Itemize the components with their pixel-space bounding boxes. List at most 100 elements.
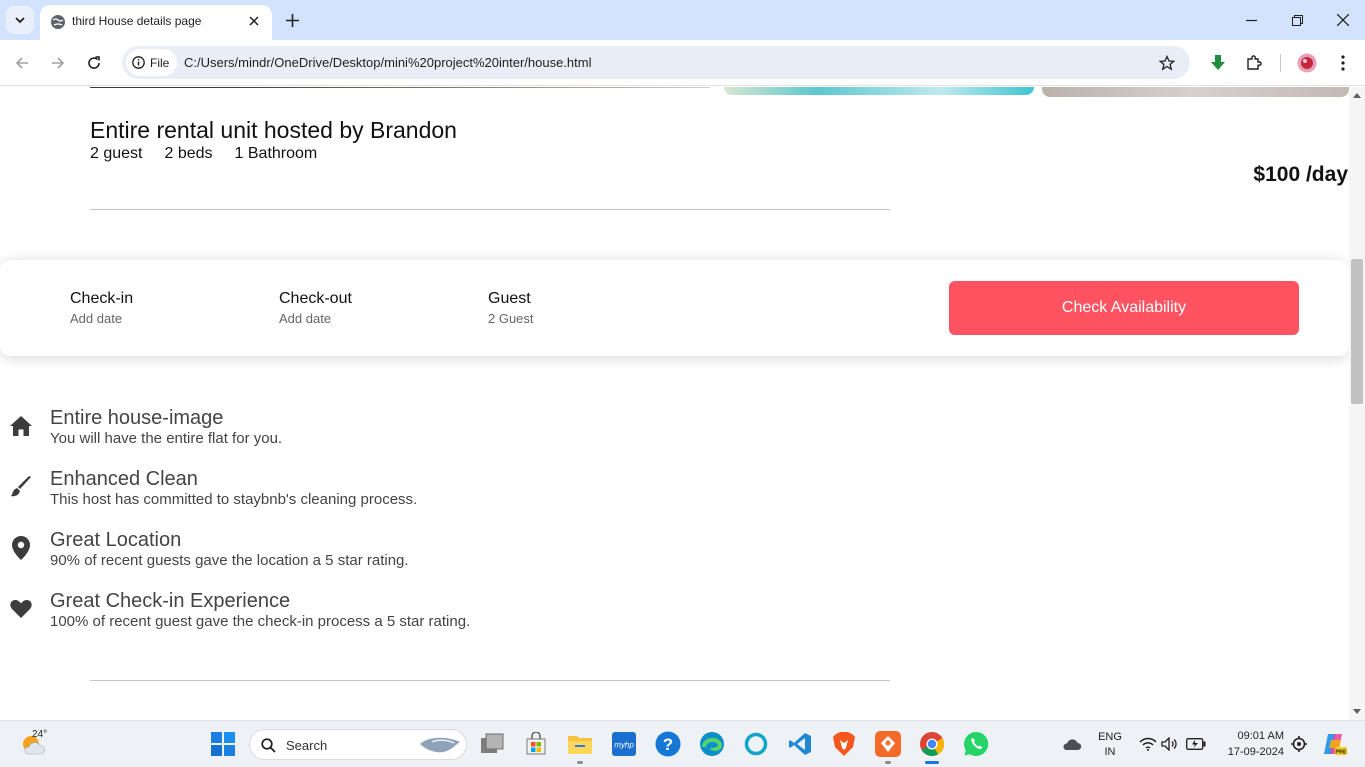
url-text[interactable]: C:/Users/mindr/OneDrive/Desktop/mini%20p… — [184, 55, 592, 70]
feature-enhanced-clean: Enhanced Clean This host has committed t… — [0, 468, 700, 514]
feature-title: Enhanced Clean — [50, 468, 198, 490]
address-toolbar: File C:/Users/mindr/OneDrive/Desktop/min… — [0, 40, 1365, 86]
volume-button[interactable] — [1156, 730, 1184, 758]
guest-field[interactable]: Guest 2 Guest — [488, 290, 534, 326]
guest-count: 2 guest — [90, 145, 143, 162]
taskbar-edge[interactable] — [698, 730, 726, 758]
active-indicator — [925, 761, 939, 764]
section-divider — [90, 680, 890, 681]
check-availability-button[interactable]: Check Availability — [949, 281, 1299, 335]
close-window-button[interactable] — [1329, 6, 1357, 34]
omnibox[interactable]: File C:/Users/mindr/OneDrive/Desktop/min… — [122, 46, 1190, 79]
language-indicator[interactable]: ENG — [1096, 731, 1124, 743]
globe-icon — [51, 15, 65, 29]
house-icon — [8, 413, 34, 439]
restore-button[interactable] — [1283, 6, 1311, 34]
reload-icon — [88, 56, 100, 69]
extensions-button[interactable] — [1241, 50, 1267, 76]
taskbar-orange-app[interactable] — [874, 730, 902, 758]
whatsapp-icon — [964, 731, 989, 756]
scroll-up-arrow[interactable] — [1353, 93, 1361, 98]
feature-checkin-experience: Great Check-in Experience 100% of recent… — [0, 590, 700, 636]
svg-text:myhp: myhp — [614, 741, 634, 750]
active-tab[interactable]: third House details page — [40, 5, 272, 40]
taskbar-file-explorer[interactable] — [566, 730, 594, 758]
puzzle-icon — [1247, 55, 1262, 70]
downloads-button[interactable] — [1205, 50, 1231, 76]
feature-desc: You will have the entire flat for you. — [50, 430, 283, 447]
checkout-value: Add date — [279, 311, 332, 326]
bell-settings-icon — [1291, 736, 1307, 752]
checkin-value: Add date — [70, 311, 123, 326]
battery-button[interactable] — [1182, 730, 1210, 758]
tab-search-button[interactable] — [6, 6, 34, 34]
forward-button[interactable] — [45, 50, 71, 76]
start-button[interactable] — [209, 730, 237, 758]
task-view-icon — [481, 733, 504, 753]
location-pin-icon — [8, 535, 34, 561]
running-indicator — [885, 761, 891, 764]
taskbar-brave[interactable] — [830, 730, 858, 758]
close-icon — [249, 16, 259, 26]
brave-icon — [833, 732, 855, 756]
browser-menu-button[interactable] — [1330, 50, 1356, 76]
search-label: Search — [286, 738, 328, 753]
guest-label: Guest — [488, 290, 531, 307]
section-divider — [90, 209, 890, 210]
microsoft-store-icon — [526, 732, 546, 755]
taskbar-myhp[interactable]: myhp — [610, 730, 638, 758]
reload-button[interactable] — [81, 50, 107, 76]
notifications-button[interactable] — [1285, 730, 1313, 758]
page-viewport: Entire rental unit hosted by Brandon 2 g… — [0, 87, 1349, 720]
clock-date[interactable]: 17-09-2024 — [1218, 746, 1284, 758]
taskbar: 24° Search myhp ? ENG IN 09:01 AM 17-09-… — [0, 720, 1365, 767]
myhp-icon: myhp — [612, 732, 636, 756]
region-indicator[interactable]: IN — [1096, 746, 1124, 758]
help-icon: ? — [655, 731, 681, 757]
profile-button[interactable] — [1294, 50, 1320, 76]
checkin-field[interactable]: Check-in Add date — [70, 290, 133, 326]
taskbar-app-store[interactable] — [522, 730, 550, 758]
taskbar-whatsapp[interactable] — [962, 730, 990, 758]
back-arrow-icon — [15, 57, 28, 69]
scroll-down-arrow[interactable] — [1353, 709, 1361, 714]
avatar-icon — [1297, 53, 1317, 73]
onedrive-tray-button[interactable] — [1058, 730, 1086, 758]
taskbar-search[interactable]: Search — [249, 729, 467, 760]
feature-entire-house: Entire house-image You will have the ent… — [0, 407, 700, 453]
tab-title: third House details page — [72, 14, 202, 28]
running-indicator — [577, 761, 583, 764]
new-tab-button[interactable] — [280, 8, 304, 32]
chevron-down-icon — [15, 17, 25, 24]
info-icon — [132, 56, 145, 69]
feature-desc: 100% of recent guest gave the check-in p… — [50, 613, 471, 630]
bookmark-button[interactable] — [1156, 52, 1178, 74]
back-button[interactable] — [9, 50, 35, 76]
checkout-label: Check-out — [279, 290, 352, 307]
minimize-button[interactable] — [1237, 6, 1265, 34]
checkout-field[interactable]: Check-out Add date — [279, 290, 352, 326]
forward-arrow-icon — [52, 57, 65, 69]
svg-text:PRE: PRE — [1335, 750, 1347, 756]
clock-time[interactable]: 09:01 AM — [1218, 730, 1284, 742]
minimize-icon — [1245, 19, 1257, 21]
house-image-main — [90, 87, 710, 88]
feature-title: Great Location — [50, 529, 182, 551]
search-highlight-icon — [420, 737, 460, 753]
copilot-button[interactable]: PRE — [1320, 730, 1348, 758]
scroll-thumb[interactable] — [1351, 259, 1363, 404]
feature-great-location: Great Location 90% of recent guests gave… — [0, 529, 700, 575]
taskbar-cortana[interactable] — [742, 730, 770, 758]
taskbar-chrome[interactable] — [918, 730, 946, 758]
taskbar-help[interactable]: ? — [654, 730, 682, 758]
close-tab-button[interactable] — [244, 11, 264, 31]
task-view-button[interactable] — [478, 730, 506, 758]
page-scrollbar[interactable] — [1349, 87, 1365, 720]
cortana-icon — [744, 732, 768, 756]
restore-icon — [1291, 14, 1303, 26]
copilot-icon: PRE — [1324, 734, 1347, 756]
site-info-chip[interactable]: File — [126, 49, 178, 76]
chrome-icon — [920, 732, 945, 757]
speaker-icon — [1161, 737, 1177, 751]
taskbar-vscode[interactable] — [786, 730, 814, 758]
